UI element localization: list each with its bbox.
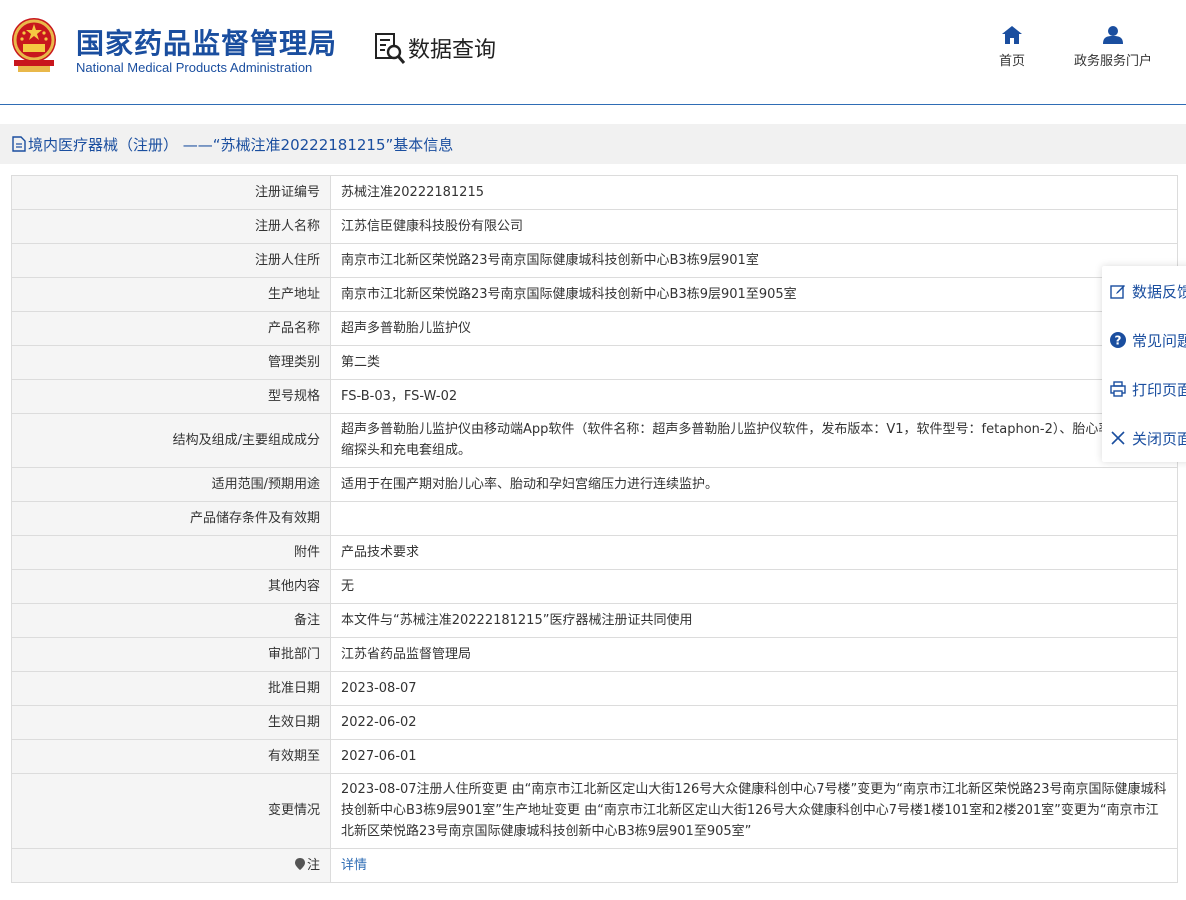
svg-text:?: ? <box>1115 334 1122 348</box>
document-icon <box>12 136 26 152</box>
field-label: 变更情况 <box>11 773 331 849</box>
field-value: 江苏信臣健康科技股份有限公司 <box>330 209 1178 244</box>
header-divider <box>0 104 1186 105</box>
table-row: 结构及组成/主要组成成分 超声多普勒胎儿监护仪由移动端App软件（软件名称：超声多… <box>11 413 1178 468</box>
site-header: 国家药品监督管理局 National Medical Products Admi… <box>0 0 1186 104</box>
national-emblem-icon <box>12 18 56 72</box>
faq-button[interactable]: ? 常见问题 <box>1110 325 1186 355</box>
field-value: 第二类 <box>330 345 1178 380</box>
field-label: 适用范围/预期用途 <box>11 467 331 502</box>
field-value: 2023-08-07注册人住所变更 由“南京市江北新区定山大街126号大众健康科… <box>330 773 1178 849</box>
field-value: 产品技术要求 <box>330 535 1178 570</box>
field-label: 生产地址 <box>11 277 331 312</box>
field-value: 南京市江北新区荣悦路23号南京国际健康城科技创新中心B3栋9层901室 <box>330 243 1178 278</box>
table-row: 产品名称 超声多普勒胎儿监护仪 <box>11 311 1178 346</box>
table-row: 其他内容无 <box>11 569 1178 604</box>
table-row: 生效日期 2022-06-02 <box>11 705 1178 740</box>
field-label: 其他内容 <box>11 569 331 604</box>
field-value: 适用于在围产期对胎儿心率、胎动和孕妇宫缩压力进行连续监护。 <box>330 467 1178 502</box>
nav-home-label: 首页 <box>998 54 1025 69</box>
table-row: 批准日期 2023-08-07 <box>11 671 1178 706</box>
field-value: 2023-08-07 <box>330 671 1178 706</box>
page-title: 境内医疗器械（注册） ——“苏械注准20222181215”基本信息 <box>28 135 454 154</box>
close-icon <box>1111 431 1125 445</box>
field-value: 超声多普勒胎儿监护仪由移动端App软件（软件名称：超声多普勒胎儿监护仪软件，发布… <box>330 413 1178 468</box>
field-label: 注册人住所 <box>11 243 331 278</box>
device-info-table: 注册证编号 苏械注准20222181215 注册人名称 江苏信臣健康科技股份有限公司注… <box>11 175 1178 883</box>
floating-side-panel: 数据反馈 ? 常见问题 打印页面 关闭页面 <box>1102 266 1186 462</box>
data-feedback-button[interactable]: 数据反馈 <box>1110 276 1186 306</box>
field-label: 注册人名称 <box>11 209 331 244</box>
field-label: 有效期至 <box>11 739 331 774</box>
question-circle-icon: ? <box>1110 332 1126 348</box>
printer-icon <box>1110 381 1126 397</box>
field-value: 超声多普勒胎儿监护仪 <box>330 311 1178 346</box>
field-label: 产品储存条件及有效期 <box>11 501 331 536</box>
site-title-cn: 国家药品监督管理局 <box>76 27 338 60</box>
close-page-button[interactable]: 关闭页面 <box>1110 423 1186 453</box>
table-row: 审批部门 江苏省药品监督管理局 <box>11 637 1178 672</box>
data-feedback-label: 数据反馈 <box>1132 282 1186 301</box>
data-query-heading: 数据查询 <box>374 30 496 66</box>
note-value-cell: 详情 <box>330 848 1178 883</box>
page-title-bar: 境内医疗器械（注册） ——“苏械注准20222181215”基本信息 <box>0 124 1186 164</box>
pin-icon <box>294 857 305 870</box>
document-search-icon <box>375 33 406 64</box>
table-row: 附件 产品技术要求 <box>11 535 1178 570</box>
note-label-cell: 注 <box>11 848 331 883</box>
table-row: 注册人名称 江苏信臣健康科技股份有限公司 <box>11 209 1178 244</box>
nav-portal-label: 政务服务门户 <box>1073 54 1152 69</box>
details-link[interactable]: 详情 <box>341 858 367 873</box>
table-row: 变更情况 2023-08-07注册人住所变更 由“南京市江北新区定山大街126号大… <box>11 773 1178 849</box>
nav-home-link[interactable]: 首页 <box>990 26 1034 69</box>
site-title-en: National Medical Products Administration <box>76 60 313 75</box>
table-row: 型号规格 FS-B-03，FS-W-02 <box>11 379 1178 414</box>
table-row: 注册人住所 南京市江北新区荣悦路23号南京国际健康城科技创新中心B3栋9层901室 <box>11 243 1178 278</box>
field-label: 管理类别 <box>11 345 331 380</box>
field-label: 批准日期 <box>11 671 331 706</box>
table-row: 生产地址 南京市江北新区荣悦路23号南京国际健康城科技创新中心B3栋9层901至9… <box>11 277 1178 312</box>
print-page-label: 打印页面 <box>1132 380 1186 399</box>
field-label: 产品名称 <box>11 311 331 346</box>
field-label: 注册证编号 <box>11 175 331 210</box>
edit-icon <box>1110 285 1125 299</box>
field-label: 型号规格 <box>11 379 331 414</box>
nav-portal-link[interactable]: 政务服务门户 <box>1066 26 1160 69</box>
field-label: 生效日期 <box>11 705 331 740</box>
table-row: 有效期至 2027-06-01 <box>11 739 1178 774</box>
field-value: 江苏省药品监督管理局 <box>330 637 1178 672</box>
faq-label: 常见问题 <box>1132 331 1186 350</box>
table-row: 备注 本文件与“苏械注准20222181215”医疗器械注册证共同使用 <box>11 603 1178 638</box>
note-label: 注 <box>306 857 320 873</box>
field-value: 南京市江北新区荣悦路23号南京国际健康城科技创新中心B3栋9层901至905室 <box>330 277 1178 312</box>
field-value: 2022-06-02 <box>330 705 1178 740</box>
user-icon <box>1103 26 1123 44</box>
field-value: 2027-06-01 <box>330 739 1178 774</box>
table-row: 管理类别 第二类 <box>11 345 1178 380</box>
home-icon <box>1002 26 1022 44</box>
data-query-label: 数据查询 <box>408 38 497 63</box>
field-label: 审批部门 <box>11 637 331 672</box>
table-row: 注册证编号 苏械注准20222181215 <box>11 175 1178 210</box>
table-row: 适用范围/预期用途 适用于在围产期对胎儿心率、胎动和孕妇宫缩压力进行连续监护。 <box>11 467 1178 502</box>
field-label: 附件 <box>11 535 331 570</box>
table-row-note: 注 详情 <box>11 848 1178 883</box>
field-value: FS-B-03，FS-W-02 <box>330 379 1178 414</box>
table-row: 产品储存条件及有效期 <box>11 501 1178 536</box>
field-value: 苏械注准20222181215 <box>330 175 1178 210</box>
print-page-button[interactable]: 打印页面 <box>1110 374 1186 404</box>
field-value: 本文件与“苏械注准20222181215”医疗器械注册证共同使用 <box>330 603 1178 638</box>
close-page-label: 关闭页面 <box>1132 429 1186 448</box>
field-label: 结构及组成/主要组成成分 <box>11 413 331 468</box>
field-value: 无 <box>330 569 1178 604</box>
field-value <box>330 501 1178 536</box>
field-label: 备注 <box>11 603 331 638</box>
